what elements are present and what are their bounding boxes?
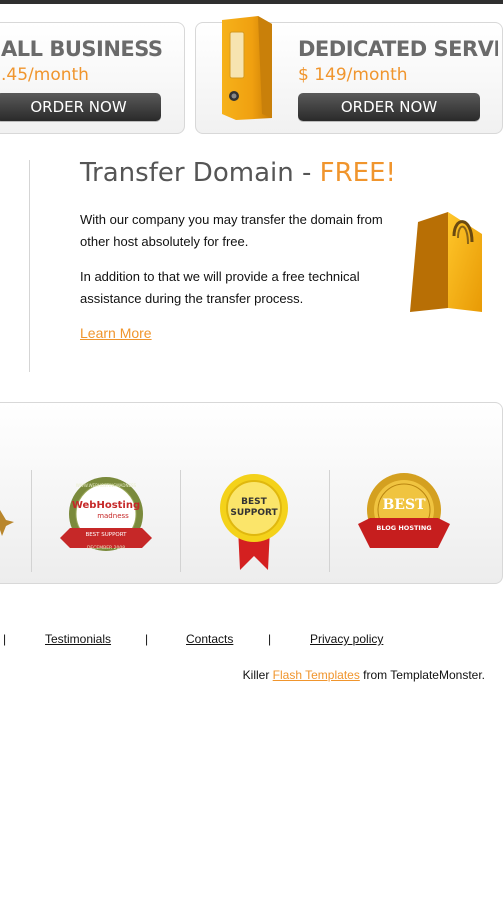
learn-more-link[interactable]: Learn More [80,325,152,341]
footer-separator: | [268,632,272,646]
badge-ring-bottom: DECEMBER 2008 [87,545,125,551]
badge-divider [329,470,330,572]
credits-prefix: Killer [242,668,273,682]
transfer-title: Transfer Domain - FREE! [80,158,396,188]
credits-suffix: from TemplateMonster. [359,668,485,682]
best-support-badge-icon: BEST SUPPORT [220,474,288,570]
plan-title: DEDICATED SERVER [298,37,498,61]
badge-main-text: BEST [241,497,267,507]
folder-icon [222,16,272,120]
footer-nav: | Testimonials | Contacts | Privacy poli… [0,632,503,648]
plan-price: $ 149/month [298,65,408,85]
plan-card-business: ALL BUSINESS .45/month ORDER NOW [0,22,185,134]
star-badge-icon [0,510,14,536]
footer-separator: | [145,632,149,646]
badge-divider [31,470,32,572]
transfer-title-text: Transfer Domain - [80,158,320,188]
footer-separator: | [3,632,7,646]
order-now-button[interactable]: ORDER NOW [298,93,480,121]
footer-link-privacy-policy[interactable]: Privacy policy [310,632,383,646]
badge-divider [180,470,181,572]
section-divider [29,160,30,372]
badge-ribbon-text: BLOG HOSTING [376,524,431,532]
badge-main-text: BEST [382,497,426,513]
best-blog-hosting-badge-icon: BEST BLOG HOSTING [358,473,450,548]
shopping-bag-icon [410,212,482,312]
webhosting-madness-badge-icon: WebHosting madness BEST SUPPORT WWW.WEBH… [60,477,152,551]
footer-link-testimonials[interactable]: Testimonials [45,632,111,646]
order-now-button[interactable]: ORDER NOW [0,93,161,121]
badge-main-text: WebHosting [72,500,140,511]
footer-credits: Killer Flash Templates from TemplateMons… [243,668,485,682]
transfer-paragraph-2: In addition to that we will provide a fr… [80,269,360,306]
badge-ribbon-text: BEST SUPPORT [85,532,127,538]
flash-templates-link[interactable]: Flash Templates [273,668,360,682]
transfer-paragraph-1: With our company you may transfer the do… [80,212,383,249]
plan-price: .45/month [1,65,89,85]
badge-sub-text: madness [97,512,129,520]
badge-ring-top: WWW.WEBHOSTINGMADNESS [76,483,137,488]
top-bar [0,0,503,4]
plan-title: ALL BUSINESS [1,37,163,61]
footer-link-contacts[interactable]: Contacts [186,632,233,646]
transfer-title-free: FREE! [319,158,396,188]
badge-sub-text: SUPPORT [230,508,278,518]
